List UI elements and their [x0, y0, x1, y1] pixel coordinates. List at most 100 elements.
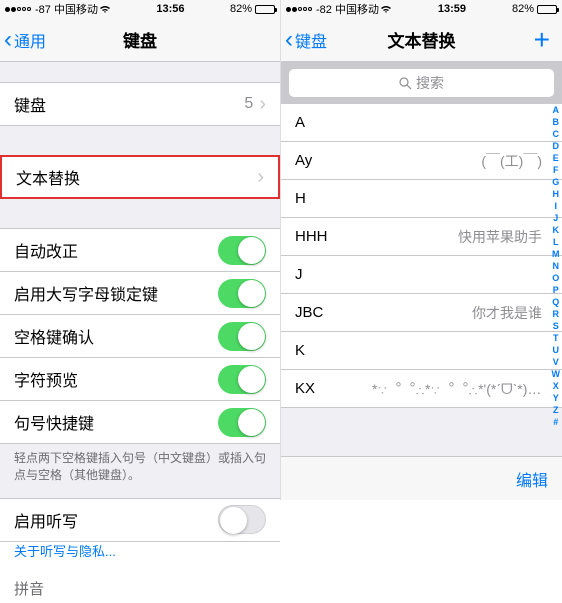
period-shortcut-row: 句号快捷键	[0, 400, 280, 444]
keyboards-row[interactable]: 键盘 5 ›	[0, 82, 280, 126]
status-time: 13:56	[156, 3, 184, 15]
index-letter[interactable]: W	[552, 368, 561, 380]
status-battery: 82%	[230, 3, 275, 15]
shortcut-key: H	[295, 190, 306, 207]
index-letter[interactable]: F	[552, 164, 561, 176]
edit-button[interactable]: 编辑	[516, 467, 548, 491]
index-letter[interactable]: V	[552, 356, 561, 368]
chevron-right-icon: ›	[259, 93, 266, 116]
index-letter[interactable]: G	[552, 176, 561, 188]
text-replacement-label: 文本替换	[16, 165, 80, 189]
period-shortcut-label: 句号快捷键	[14, 410, 94, 434]
search-icon	[399, 77, 412, 90]
shortcut-key: JBC	[295, 304, 323, 321]
shortcut-key: HHH	[295, 228, 328, 245]
wifi-icon	[99, 4, 111, 14]
index-letter[interactable]: E	[552, 152, 561, 164]
search-input[interactable]: 搜索	[289, 69, 554, 97]
section-index[interactable]: ABCDEFGHIJKLMNOPQRSTUVWXYZ#	[552, 104, 561, 428]
index-letter[interactable]: X	[552, 380, 561, 392]
back-button[interactable]: ‹键盘	[281, 26, 327, 54]
dictation-row: 启用听写	[0, 498, 280, 542]
search-bar-container: 搜索	[281, 62, 562, 104]
index-letter[interactable]: O	[552, 272, 561, 284]
index-letter[interactable]: Z	[552, 404, 561, 416]
replacement-list[interactable]: AAy(￣(工)￣)HHHH快用苹果助手JJBC你才我是谁KKX*∵︒︒∴*∵︒…	[281, 104, 562, 408]
index-letter[interactable]: P	[552, 284, 561, 296]
index-letter[interactable]: I	[552, 200, 561, 212]
caps-lock-toggle[interactable]	[218, 279, 266, 308]
search-placeholder: 搜索	[416, 73, 444, 93]
text-replacement-row[interactable]: 文本替换 ›	[0, 155, 280, 199]
bottom-toolbar: 编辑	[281, 456, 562, 500]
dictation-privacy-link[interactable]: 关于听写与隐私...	[0, 541, 280, 570]
back-button[interactable]: ‹通用	[0, 26, 46, 54]
list-item[interactable]: HHH 快用苹果助手	[281, 218, 562, 256]
nav-title: 文本替换	[388, 27, 456, 52]
chevron-right-icon: ›	[257, 166, 264, 189]
list-item[interactable]: KX*∵︒︒∴*∵︒︒∴*'(*ˊᗜˋ*)'*∴︒︒∵*∴︒︒∵*	[281, 370, 562, 408]
index-letter[interactable]: S	[552, 320, 561, 332]
index-letter[interactable]: M	[552, 248, 561, 260]
char-preview-label: 字符预览	[14, 367, 78, 391]
index-letter[interactable]: L	[552, 236, 561, 248]
index-letter[interactable]: Q	[552, 296, 561, 308]
space-confirm-toggle[interactable]	[218, 322, 266, 351]
list-item[interactable]: Ay (￣(工)￣)	[281, 142, 562, 180]
index-letter[interactable]: N	[552, 260, 561, 272]
list-item[interactable]: A	[281, 104, 562, 142]
nav-bar: ‹键盘 文本替换 +	[281, 18, 562, 62]
space-confirm-label: 空格键确认	[14, 324, 94, 348]
dictation-label: 启用听写	[14, 508, 78, 532]
keyboards-label: 键盘	[14, 92, 46, 116]
shortcut-value: 你才我是谁	[472, 303, 542, 323]
nav-title: 键盘	[123, 27, 157, 52]
index-letter[interactable]: J	[552, 212, 561, 224]
keyboards-count: 5	[244, 95, 253, 113]
period-shortcut-toggle[interactable]	[218, 408, 266, 437]
shortcut-value: 快用苹果助手	[458, 227, 542, 247]
index-letter[interactable]: A	[552, 104, 561, 116]
auto-correct-row: 自动改正	[0, 228, 280, 272]
chevron-left-icon: ‹	[4, 26, 12, 54]
index-letter[interactable]: D	[552, 140, 561, 152]
nav-bar: ‹通用 键盘	[0, 18, 280, 62]
list-item[interactable]: JBC 你才我是谁	[281, 294, 562, 332]
index-letter[interactable]: #	[552, 416, 561, 428]
char-preview-toggle[interactable]	[218, 365, 266, 394]
dictation-toggle[interactable]	[218, 505, 266, 534]
caps-lock-row: 启用大写字母锁定键	[0, 271, 280, 315]
list-item[interactable]: K	[281, 332, 562, 370]
add-button[interactable]: +	[534, 24, 550, 56]
shortcut-key: Ay	[295, 152, 312, 169]
status-bar: -87 中国移动 13:56 82%	[0, 0, 280, 18]
shortcut-key: A	[295, 114, 305, 131]
text-replacement-screen: -82 中国移动 13:59 82% ‹键盘 文本替换 + 搜索 A Ay (￣(工…	[281, 0, 562, 500]
index-letter[interactable]: B	[552, 116, 561, 128]
shortcut-value: (￣(工)￣)	[481, 151, 542, 171]
period-shortcut-note: 轻点两下空格键插入句号（中文键盘）或插入句点与空格（其他键盘）。	[0, 443, 280, 498]
auto-correct-toggle[interactable]	[218, 236, 266, 265]
signal-carrier: -82 中国移动	[286, 1, 392, 17]
index-letter[interactable]: Y	[552, 392, 561, 404]
status-battery: 82%	[512, 3, 557, 15]
index-letter[interactable]: K	[552, 224, 561, 236]
caps-lock-label: 启用大写字母锁定键	[14, 281, 158, 305]
shortcut-value: *∵︒︒∴*∵︒︒∴*'(*ˊᗜˋ*)'*∴︒︒∵*∴︒︒∵*	[372, 379, 542, 399]
index-letter[interactable]: U	[552, 344, 561, 356]
space-confirm-row: 空格键确认	[0, 314, 280, 358]
index-letter[interactable]: R	[552, 308, 561, 320]
shortcut-key: J	[295, 266, 303, 283]
index-letter[interactable]: H	[552, 188, 561, 200]
index-letter[interactable]: C	[552, 128, 561, 140]
chevron-left-icon: ‹	[285, 26, 293, 54]
status-bar: -82 中国移动 13:59 82%	[281, 0, 562, 18]
settings-keyboard-screen: -87 中国移动 13:56 82% ‹通用 键盘 键盘 5 › 文本替换 › 自…	[0, 0, 281, 500]
list-item[interactable]: J	[281, 256, 562, 294]
index-letter[interactable]: T	[552, 332, 561, 344]
pinyin-section-header: 拼音	[0, 570, 280, 603]
shortcut-key: K	[295, 342, 305, 359]
list-item[interactable]: H	[281, 180, 562, 218]
status-time: 13:59	[438, 3, 466, 15]
auto-correct-label: 自动改正	[14, 238, 78, 262]
